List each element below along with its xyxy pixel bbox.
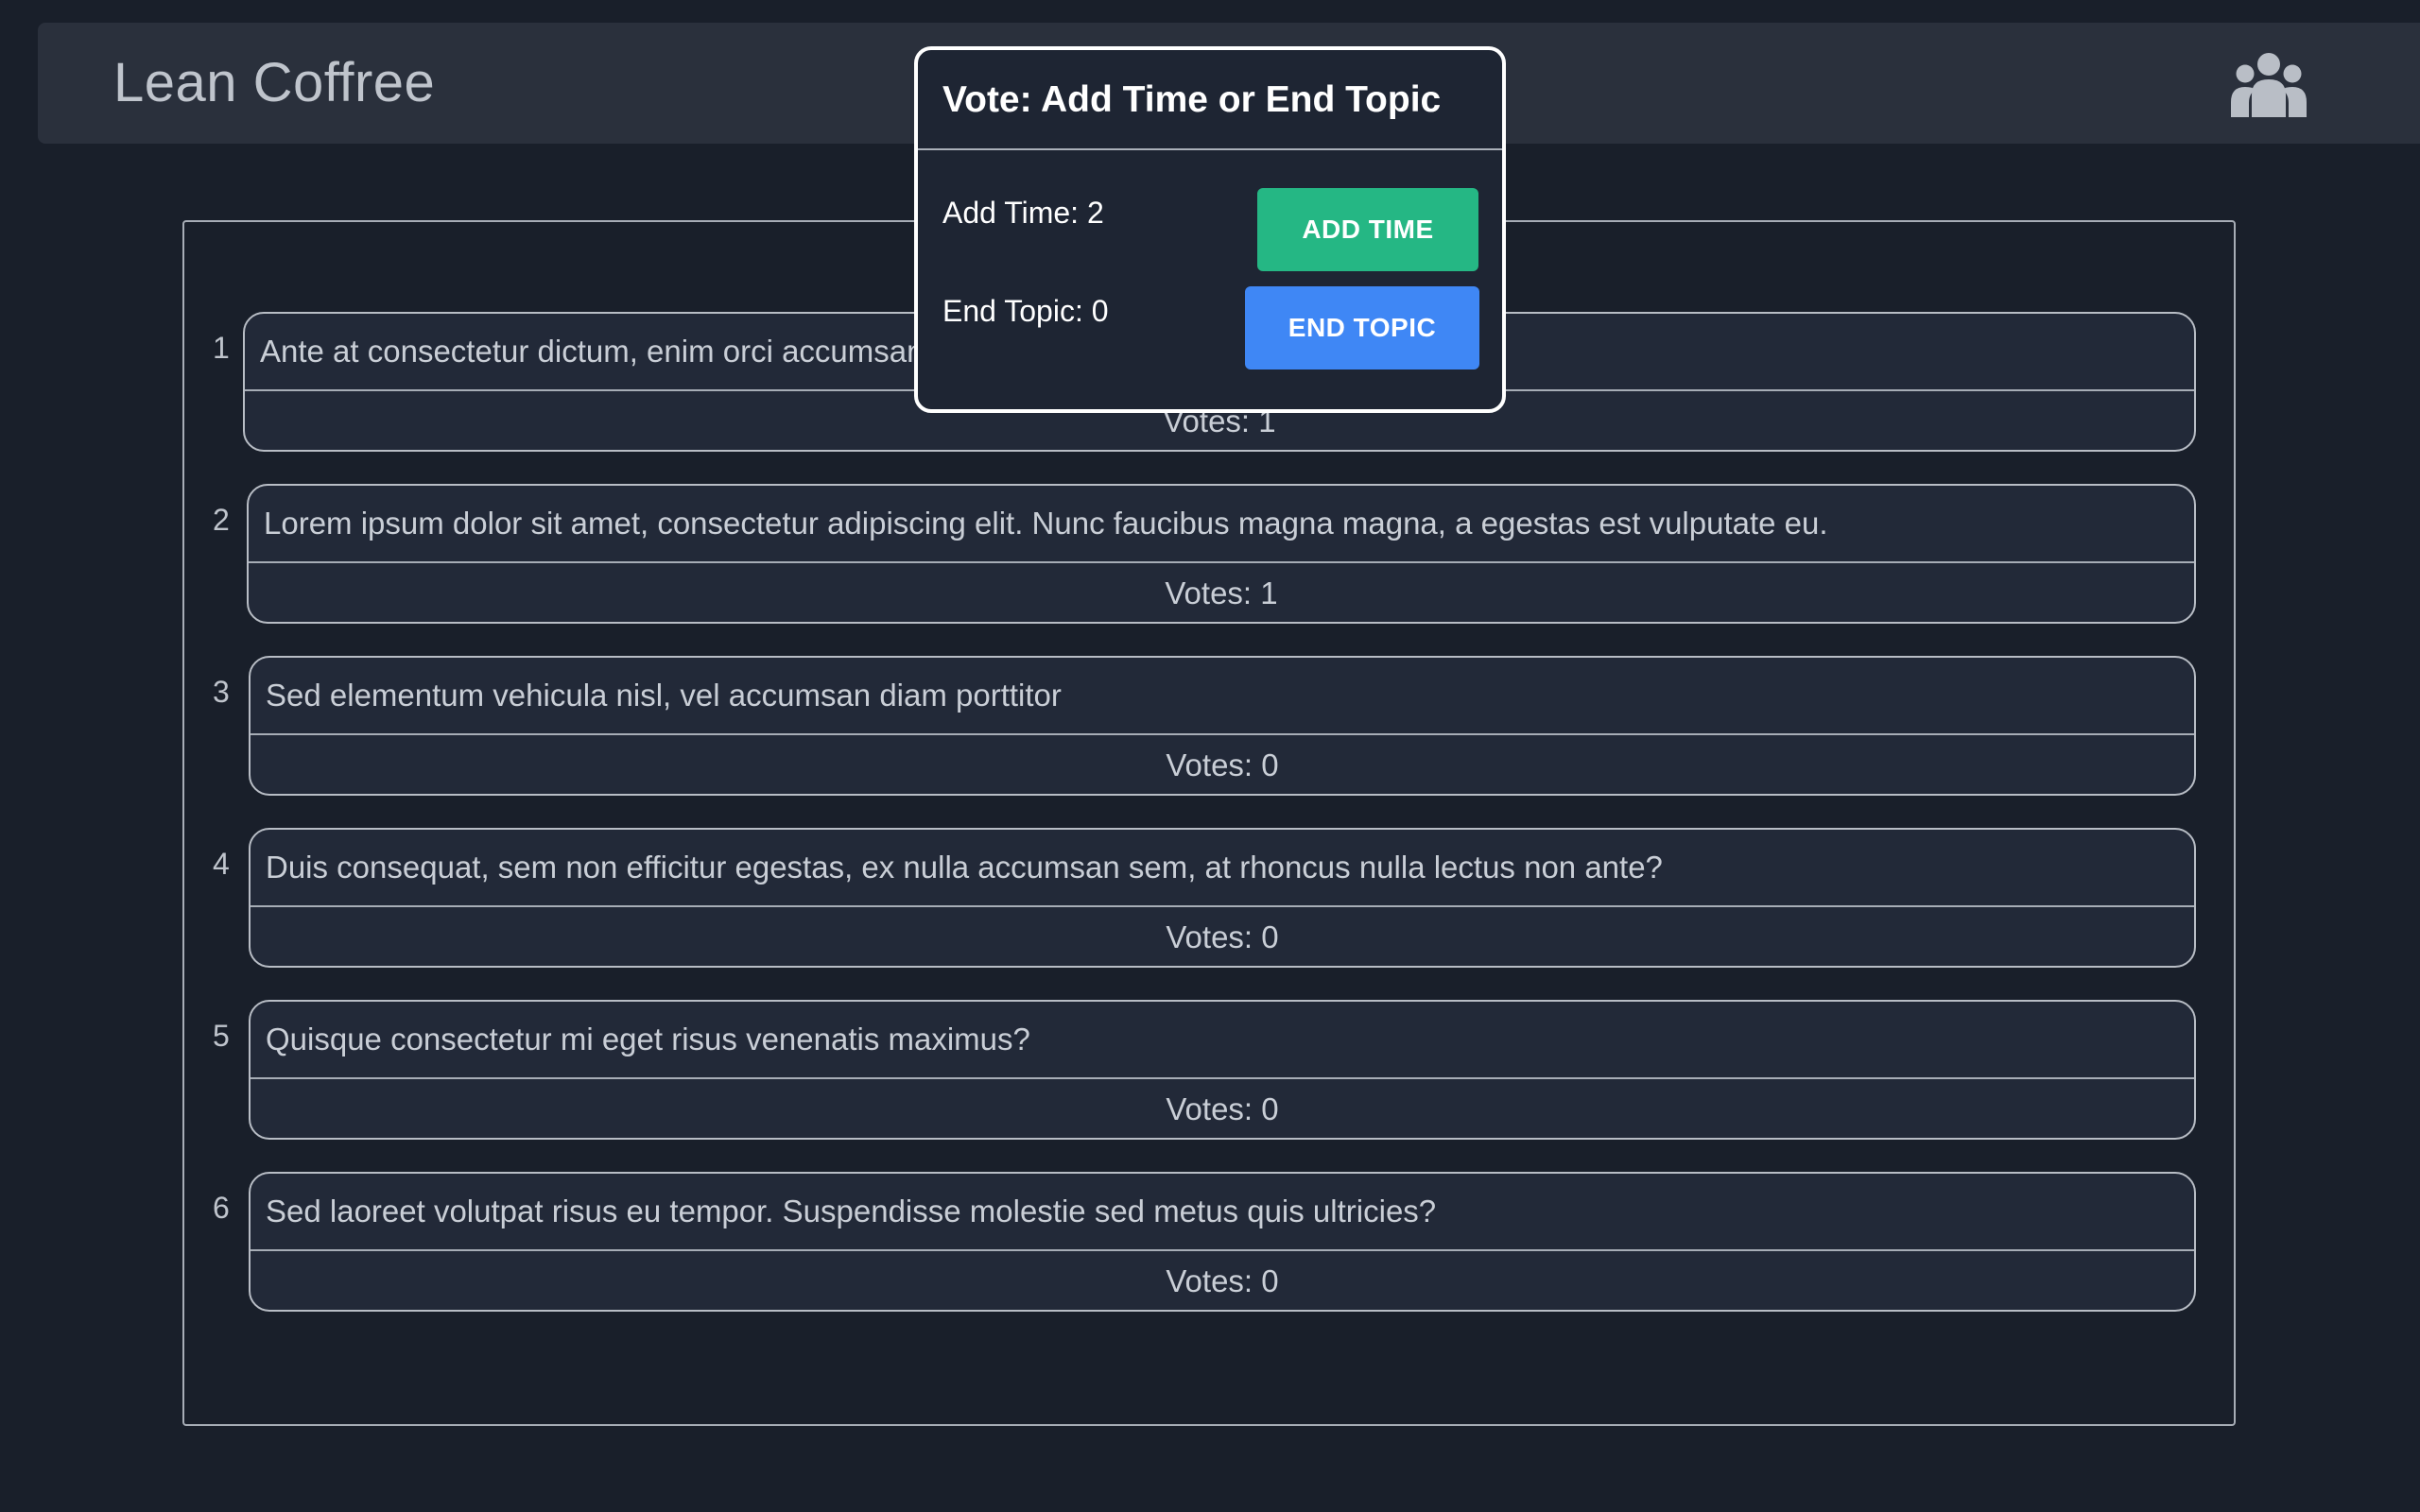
- topic-card[interactable]: Lorem ipsum dolor sit amet, consectetur …: [247, 484, 2196, 624]
- topic-row: 6 Sed laoreet volutpat risus eu tempor. …: [184, 1172, 2234, 1315]
- topic-votes: Votes: 1: [1165, 576, 1278, 610]
- topic-votes: Votes: 0: [1166, 1263, 1279, 1298]
- modal-title: Vote: Add Time or End Topic: [918, 50, 1502, 150]
- topic-card[interactable]: Quisque consectetur mi eget risus venena…: [249, 1000, 2196, 1140]
- topic-votes: Votes: 0: [1166, 919, 1279, 954]
- topic-card[interactable]: Duis consequat, sem non efficitur egesta…: [249, 828, 2196, 968]
- app-title[interactable]: Lean Coffree: [113, 23, 435, 144]
- users-icon[interactable]: [2229, 51, 2308, 117]
- topic-row: 5 Quisque consectetur mi eget risus vene…: [184, 1000, 2234, 1143]
- topic-votes: Votes: 0: [1166, 1091, 1279, 1126]
- topic-text: Quisque consectetur mi eget risus venena…: [251, 1002, 2194, 1079]
- vote-modal: Vote: Add Time or End Topic Add Time: 2 …: [914, 46, 1506, 413]
- add-time-button[interactable]: ADD TIME: [1257, 188, 1478, 271]
- topic-text: Sed elementum vehicula nisl, vel accumsa…: [251, 658, 2194, 735]
- topic-text: Sed laoreet volutpat risus eu tempor. Su…: [251, 1174, 2194, 1251]
- topic-text: Duis consequat, sem non efficitur egesta…: [251, 830, 2194, 907]
- topic-row: 2 Lorem ipsum dolor sit amet, consectetu…: [184, 484, 2234, 627]
- topic-row: 4 Duis consequat, sem non efficitur eges…: [184, 828, 2234, 971]
- topic-row: 3 Sed elementum vehicula nisl, vel accum…: [184, 656, 2234, 799]
- topic-index: 2: [213, 503, 230, 537]
- topic-card[interactable]: Sed laoreet volutpat risus eu tempor. Su…: [249, 1172, 2196, 1312]
- end-topic-button[interactable]: END TOPIC: [1245, 286, 1479, 369]
- topic-card[interactable]: Sed elementum vehicula nisl, vel accumsa…: [249, 656, 2196, 796]
- topic-votes: Votes: 0: [1166, 747, 1279, 782]
- topic-text: Lorem ipsum dolor sit amet, consectetur …: [249, 486, 2194, 563]
- topic-index: 5: [213, 1019, 230, 1053]
- topic-index: 6: [213, 1191, 230, 1225]
- end-topic-count: End Topic: 0: [942, 294, 1109, 328]
- topic-index: 4: [213, 847, 230, 881]
- add-time-count: Add Time: 2: [942, 196, 1104, 230]
- topic-index: 3: [213, 675, 230, 709]
- topic-index: 1: [213, 331, 230, 365]
